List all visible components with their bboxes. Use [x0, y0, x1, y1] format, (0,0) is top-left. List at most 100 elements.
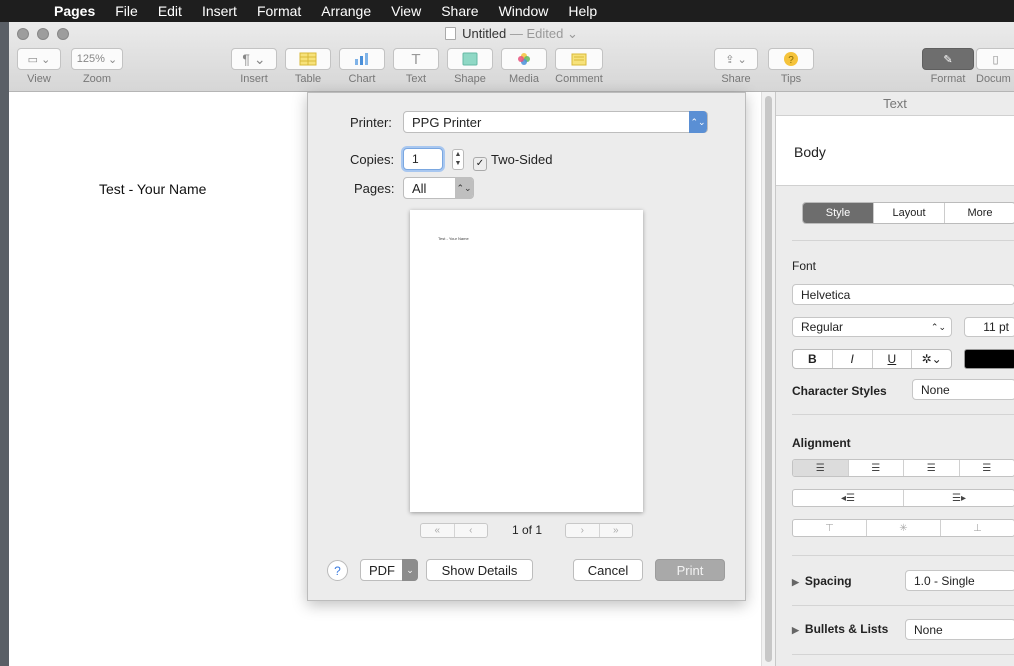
- italic-button[interactable]: I: [833, 350, 873, 368]
- cancel-button[interactable]: Cancel: [573, 559, 643, 581]
- menu-help[interactable]: Help: [568, 3, 597, 19]
- font-style-select[interactable]: Regular ⌃⌄: [792, 317, 952, 337]
- chevron-down-icon: ⌄: [402, 559, 418, 581]
- document-sidebar-icon: ▯: [992, 53, 999, 66]
- pages-select[interactable]: All ⌃⌄: [403, 177, 474, 199]
- copies-input[interactable]: 1: [403, 148, 443, 170]
- comment-button[interactable]: [555, 48, 603, 70]
- print-preview-page: Test - Your Name: [410, 210, 643, 512]
- menu-view[interactable]: View: [391, 3, 421, 19]
- horizontal-alignment-buttons: ☰ ☰ ☰ ☰: [792, 459, 1014, 477]
- align-top-icon[interactable]: ⊤: [793, 520, 867, 536]
- menu-insert[interactable]: Insert: [202, 3, 237, 19]
- increase-indent-icon[interactable]: ☰▸: [904, 490, 1014, 506]
- copies-stepper[interactable]: ▲ ▼: [452, 149, 464, 170]
- chevron-down-icon: ⌄: [104, 53, 118, 66]
- pdf-menu-button[interactable]: PDF ⌄: [360, 559, 418, 581]
- alignment-label: Alignment: [792, 436, 851, 450]
- document-button[interactable]: ▯: [976, 48, 1014, 70]
- menu-edit[interactable]: Edit: [158, 3, 182, 19]
- font-size-field[interactable]: 11 pt: [964, 317, 1014, 337]
- paintbrush-icon: ✎: [943, 53, 953, 66]
- copies-label: Copies:: [350, 152, 395, 167]
- format-label: Format: [930, 73, 966, 85]
- zoom-button[interactable]: 125% ⌄: [71, 48, 123, 70]
- character-styles-select[interactable]: None: [912, 379, 1014, 400]
- first-page-icon[interactable]: «: [421, 524, 455, 537]
- chart-button[interactable]: [339, 48, 385, 70]
- tab-style[interactable]: Style: [803, 203, 874, 223]
- format-button[interactable]: ✎: [922, 48, 974, 70]
- help-button[interactable]: ?: [327, 560, 348, 581]
- bullets-disclosure[interactable]: ▶ Bullets & Lists: [792, 622, 888, 636]
- menu-arrange[interactable]: Arrange: [321, 3, 371, 19]
- table-button[interactable]: [285, 48, 331, 70]
- bullets-select[interactable]: None: [905, 619, 1014, 640]
- tips-button[interactable]: ?: [768, 48, 814, 70]
- window-title-name: Untitled: [462, 26, 507, 41]
- menu-share[interactable]: Share: [441, 3, 478, 19]
- print-dialog: Printer: PPG Printer ⌃⌄ Copies: 1 ▲ ▼ ✓ Tw…: [307, 92, 746, 601]
- tips-label: Tips: [780, 73, 802, 85]
- align-bottom-icon[interactable]: ⊥: [941, 520, 1014, 536]
- next-page-icon[interactable]: ›: [566, 524, 600, 537]
- divider: [792, 605, 1014, 606]
- divider: [792, 240, 1014, 241]
- view-button[interactable]: ▭ ⌄: [17, 48, 61, 70]
- text-options-button[interactable]: ✲ ⌄: [912, 350, 951, 368]
- svg-text:?: ?: [788, 55, 794, 66]
- pdf-label: PDF: [369, 562, 395, 578]
- document-scrollbar[interactable]: [761, 92, 775, 666]
- align-justify-icon[interactable]: ☰: [960, 460, 1014, 476]
- last-page-icon[interactable]: »: [600, 524, 633, 537]
- font-family-select[interactable]: Helvetica: [792, 284, 1014, 305]
- previous-page-icon[interactable]: ‹: [455, 524, 488, 537]
- font-size-value: 11 pt: [983, 320, 1009, 334]
- tips-icon: ?: [784, 52, 798, 66]
- menu-file[interactable]: File: [115, 3, 138, 19]
- paragraph-style-selector[interactable]: Body: [776, 116, 1014, 186]
- tab-layout[interactable]: Layout: [874, 203, 945, 223]
- bold-button[interactable]: B: [793, 350, 833, 368]
- align-center-icon[interactable]: ☰: [849, 460, 904, 476]
- spacing-value: 1.0 - Single: [914, 573, 975, 588]
- text-color-well[interactable]: [964, 349, 1014, 369]
- text-button[interactable]: T: [393, 48, 439, 70]
- menu-format[interactable]: Format: [257, 3, 301, 19]
- tab-more[interactable]: More: [945, 203, 1014, 223]
- spacing-label: Spacing: [804, 574, 852, 588]
- print-button[interactable]: Print: [655, 559, 725, 581]
- shape-button[interactable]: [447, 48, 493, 70]
- window-title[interactable]: Untitled — Edited ⌄: [9, 26, 1014, 42]
- comment-icon: [571, 53, 587, 65]
- scrollbar-thumb[interactable]: [765, 96, 772, 662]
- insert-button[interactable]: ¶ ⌄: [231, 48, 277, 70]
- photos-icon: [518, 53, 530, 65]
- disclosure-triangle-icon: ▶: [792, 625, 799, 635]
- menu-window[interactable]: Window: [499, 3, 549, 19]
- decrease-indent-icon[interactable]: ◂☰: [793, 490, 904, 506]
- character-styles-label: Character Styles: [792, 384, 887, 398]
- align-middle-icon[interactable]: ✳: [867, 520, 941, 536]
- media-button[interactable]: [501, 48, 547, 70]
- two-sided-label: Two-Sided: [491, 152, 553, 167]
- align-left-icon[interactable]: ☰: [793, 460, 849, 476]
- spacing-select[interactable]: 1.0 - Single: [905, 570, 1014, 591]
- underline-button[interactable]: U: [873, 350, 913, 368]
- comment-label: Comment: [555, 73, 603, 85]
- align-right-icon[interactable]: ☰: [904, 460, 960, 476]
- disclosure-triangle-icon: ▶: [792, 577, 799, 587]
- window-toolbar: Untitled — Edited ⌄ ▭ ⌄ View 125% ⌄ Zoom…: [9, 22, 1014, 92]
- show-details-button[interactable]: Show Details: [426, 559, 533, 581]
- two-sided-checkbox[interactable]: ✓ Two-Sided: [473, 152, 552, 171]
- printer-select[interactable]: PPG Printer ⌃⌄: [403, 111, 708, 133]
- spacing-disclosure[interactable]: ▶ Spacing: [792, 574, 852, 588]
- shape-icon: [462, 52, 478, 66]
- menu-app-pages[interactable]: Pages: [54, 3, 95, 19]
- sidebar-header: Text: [776, 92, 1014, 116]
- table-label: Table: [294, 73, 322, 85]
- chevron-updown-icon: ⌃⌄: [689, 111, 707, 133]
- document-body-text[interactable]: Test - Your Name: [99, 181, 206, 197]
- font-family-value: Helvetica: [801, 287, 851, 302]
- share-button[interactable]: ⇪ ⌄: [714, 48, 758, 70]
